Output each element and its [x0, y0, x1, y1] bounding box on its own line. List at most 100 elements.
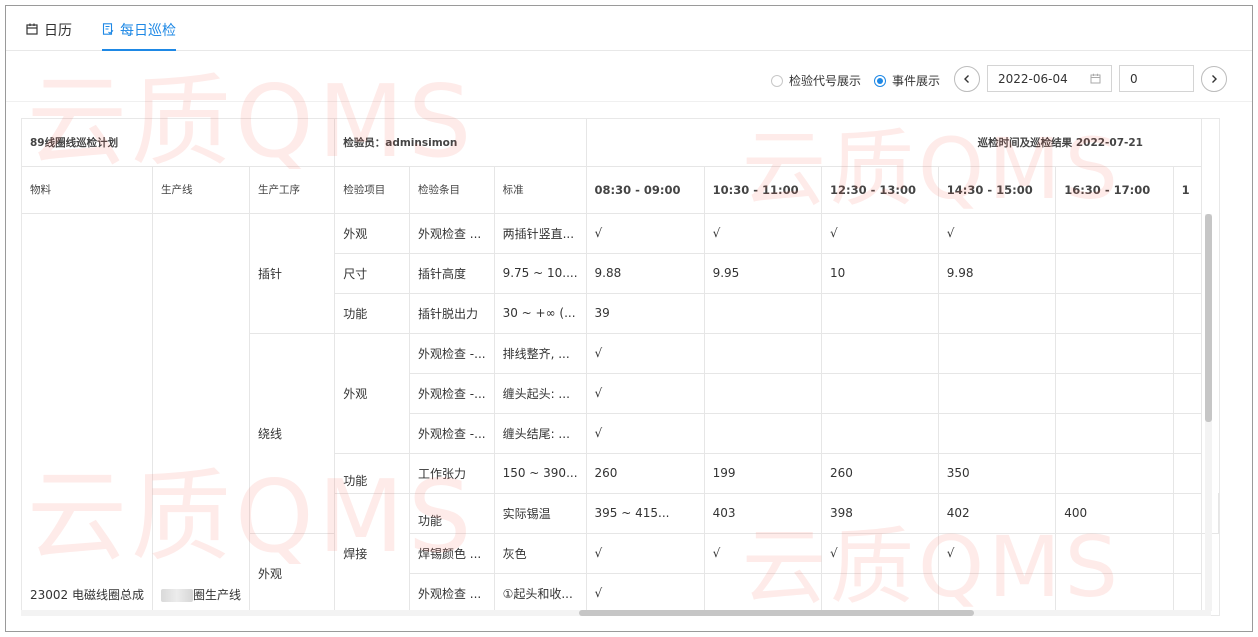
value-cell[interactable]: √ — [586, 373, 705, 414]
col-slot-1[interactable]: 08:30 - 09:00 — [586, 166, 705, 214]
value-cell[interactable]: 199 — [704, 453, 823, 494]
standard-cell[interactable]: 灰色 — [494, 533, 587, 574]
value-cell[interactable]: 403 — [704, 493, 823, 534]
value-cell[interactable] — [821, 413, 939, 454]
col-process[interactable]: 生产工序 — [249, 166, 336, 214]
vertical-scrollbar[interactable] — [1205, 214, 1212, 611]
prev-date-button[interactable] — [954, 66, 980, 92]
value-cell[interactable]: 260 — [821, 453, 939, 494]
condition-cell[interactable]: 插针高度 — [409, 253, 495, 294]
value-cell[interactable]: 9.95 — [704, 253, 823, 294]
value-cell — [1173, 253, 1203, 294]
value-cell[interactable] — [821, 333, 939, 374]
value-cell[interactable] — [704, 373, 823, 414]
value-cell[interactable]: √ — [586, 573, 705, 614]
radio-event-display[interactable]: 事件展示 — [874, 72, 940, 89]
condition-cell[interactable]: 外观检查 -... — [409, 413, 495, 454]
value-cell[interactable] — [821, 573, 939, 614]
value-cell[interactable] — [704, 573, 823, 614]
condition-cell[interactable]: 工作张力 — [409, 453, 495, 494]
value-cell[interactable]: √ — [586, 213, 705, 254]
condition-cell[interactable]: 外观检查 -... — [409, 373, 495, 414]
col-condition[interactable]: 检验条目 — [409, 166, 495, 214]
value-cell[interactable] — [938, 413, 1057, 454]
radio-code-label: 检验代号展示 — [789, 74, 862, 88]
standard-cell[interactable]: 缠头结尾: ... — [494, 413, 587, 454]
value-cell[interactable] — [1055, 573, 1174, 614]
value-cell[interactable] — [1055, 213, 1174, 254]
value-cell[interactable] — [704, 293, 823, 334]
condition-cell[interactable]: 外观检查 ... — [409, 213, 495, 254]
value-cell[interactable]: 400 — [1055, 493, 1174, 534]
standard-cell[interactable]: 150 ~ 390... — [494, 453, 587, 494]
value-cell[interactable]: √ — [586, 413, 705, 454]
value-cell[interactable] — [1055, 533, 1174, 574]
tab-calendar[interactable]: 日历 — [26, 20, 72, 51]
value-cell[interactable] — [938, 373, 1057, 414]
tab-daily-inspection[interactable]: 每日巡检 — [102, 20, 176, 51]
value-cell[interactable] — [1055, 293, 1174, 334]
col-slot-2[interactable]: 10:30 - 11:00 — [704, 166, 823, 214]
standard-cell[interactable]: 395 ~ 415... — [586, 493, 705, 534]
plan-title: 89线圈线巡检计划 — [22, 119, 336, 167]
value-cell[interactable] — [1055, 453, 1174, 494]
value-cell[interactable] — [938, 293, 1057, 334]
value-cell[interactable] — [704, 333, 823, 374]
standard-cell[interactable]: 缠头起头: ... — [494, 373, 587, 414]
value-cell[interactable] — [938, 333, 1057, 374]
condition-cell[interactable]: 插针脱出力 — [409, 293, 495, 334]
standard-cell[interactable]: 30 ~ +∞ (... — [494, 293, 587, 334]
value-cell[interactable]: 398 — [821, 493, 939, 534]
value-cell[interactable] — [938, 573, 1057, 614]
value-cell[interactable]: √ — [704, 213, 823, 254]
value-cell[interactable] — [1055, 333, 1174, 374]
radio-event-dot[interactable] — [874, 74, 886, 87]
vertical-scrollbar-thumb[interactable] — [1205, 214, 1212, 422]
value-cell[interactable]: √ — [821, 533, 939, 574]
condition-cell[interactable]: 焊锡颜色 ... — [409, 533, 495, 574]
value-cell[interactable]: √ — [704, 533, 823, 574]
value-cell[interactable] — [821, 293, 939, 334]
value-cell[interactable]: 9.88 — [586, 253, 705, 294]
standard-cell[interactable]: 两插针竖直... — [494, 213, 587, 254]
value-cell[interactable] — [1055, 253, 1174, 294]
condition-cell[interactable]: 实际锡温 — [494, 493, 587, 534]
value-cell[interactable] — [1055, 413, 1174, 454]
col-slot-4[interactable]: 14:30 - 15:00 — [938, 166, 1057, 214]
value-cell[interactable] — [704, 413, 823, 454]
value-cell[interactable]: 10 — [821, 253, 939, 294]
next-date-button[interactable] — [1201, 66, 1227, 92]
value-cell[interactable] — [821, 373, 939, 414]
value-cell[interactable]: √ — [938, 533, 1057, 574]
value-cell[interactable]: 402 — [938, 493, 1057, 534]
horizontal-scrollbar-thumb[interactable] — [579, 610, 974, 616]
date-picker[interactable]: 2022-06-04 — [987, 65, 1112, 92]
col-line[interactable]: 生产线 — [152, 166, 251, 214]
col-slot-5[interactable]: 16:30 - 17:00 — [1055, 166, 1174, 214]
value-cell[interactable]: 260 — [586, 453, 705, 494]
value-cell[interactable]: 350 — [938, 453, 1057, 494]
condition-cell[interactable]: 外观检查 ... — [409, 573, 495, 614]
offset-number-input[interactable] — [1119, 65, 1194, 92]
value-cell[interactable] — [1055, 373, 1174, 414]
col-slot-6[interactable]: 1 — [1173, 166, 1203, 214]
standard-cell[interactable]: ①起头和收... — [494, 573, 587, 614]
standard-cell[interactable]: 9.75 ~ 10.... — [494, 253, 587, 294]
col-standard[interactable]: 标准 — [494, 166, 587, 214]
value-cell[interactable]: √ — [586, 333, 705, 374]
radio-code-dot[interactable] — [771, 74, 783, 87]
col-slot-3[interactable]: 12:30 - 13:00 — [821, 166, 939, 214]
value-cell[interactable]: 39 — [586, 293, 705, 334]
value-cell[interactable] — [1173, 493, 1203, 534]
radio-code-display[interactable]: 检验代号展示 — [771, 72, 861, 89]
redacted-text — [161, 588, 193, 602]
standard-cell[interactable]: 排线整齐, ... — [494, 333, 587, 374]
horizontal-scrollbar[interactable] — [21, 610, 1211, 616]
col-material[interactable]: 物料 — [22, 166, 153, 214]
value-cell[interactable]: 9.98 — [938, 253, 1057, 294]
condition-cell[interactable]: 外观检查 -... — [409, 333, 495, 374]
value-cell[interactable]: √ — [821, 213, 939, 254]
value-cell[interactable]: √ — [938, 213, 1057, 254]
col-item[interactable]: 检验项目 — [334, 166, 410, 214]
value-cell[interactable]: √ — [586, 533, 705, 574]
